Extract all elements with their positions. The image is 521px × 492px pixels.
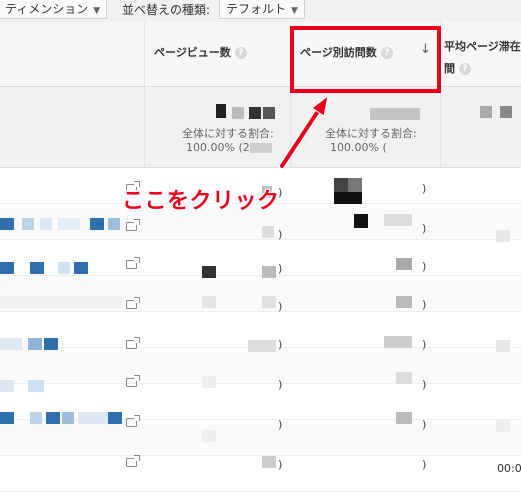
paren: ) xyxy=(422,222,427,235)
redacted-link[interactable] xyxy=(44,338,58,350)
column-header-avg-time[interactable]: 平均ページ滞在 間? xyxy=(444,38,521,76)
redacted-value xyxy=(396,412,412,424)
redacted-block xyxy=(250,143,272,153)
redacted-block xyxy=(370,108,420,120)
paren: ) xyxy=(422,182,427,195)
redacted-value xyxy=(384,214,412,226)
redacted-link[interactable] xyxy=(46,412,60,424)
redacted-value xyxy=(396,296,412,308)
redacted-link[interactable] xyxy=(0,412,14,424)
open-in-new-icon[interactable] xyxy=(126,415,140,427)
redacted-link[interactable] xyxy=(74,262,88,274)
redacted-link[interactable] xyxy=(28,338,42,350)
open-in-new-icon[interactable] xyxy=(126,337,140,349)
paren: ) xyxy=(278,378,283,391)
redacted-link[interactable] xyxy=(0,218,14,230)
paren: ) xyxy=(278,300,283,313)
open-in-new-icon[interactable] xyxy=(126,455,140,467)
redacted-link[interactable] xyxy=(30,262,44,274)
paren: ) xyxy=(422,260,427,273)
redacted-value xyxy=(262,226,274,238)
redacted-value xyxy=(496,230,510,242)
highlight-box xyxy=(290,26,441,93)
table-row[interactable] xyxy=(0,420,521,456)
secondary-dimension-label: ティメンション xyxy=(5,2,89,16)
redacted-link[interactable] xyxy=(0,380,14,392)
redacted-block xyxy=(500,106,512,118)
callout-text: ここをクリック xyxy=(122,189,280,214)
callout-arrow xyxy=(278,94,329,170)
paren: ) xyxy=(422,298,427,311)
secondary-dimension-dropdown[interactable]: ティメンション ▼ xyxy=(0,0,108,19)
redacted-value xyxy=(384,336,412,348)
redacted-value xyxy=(348,178,362,192)
help-circle-icon[interactable]: ? xyxy=(459,63,471,75)
column-header-label-2: 間 xyxy=(444,62,455,75)
redacted-value xyxy=(354,214,368,228)
redacted-link[interactable] xyxy=(0,296,122,308)
redacted-value xyxy=(396,258,412,270)
open-in-new-icon[interactable] xyxy=(126,219,140,231)
redacted-link[interactable] xyxy=(108,218,120,230)
paren: ) xyxy=(278,228,283,241)
column-header-label: ページビュー数 xyxy=(154,46,231,59)
redacted-block xyxy=(232,107,244,119)
sort-type-label: 並べ替えの種類: xyxy=(122,3,211,17)
redacted-link[interactable] xyxy=(0,338,22,350)
redacted-link[interactable] xyxy=(22,218,34,230)
redacted-link[interactable] xyxy=(108,412,122,424)
caret-down-icon: ▼ xyxy=(93,6,101,16)
redacted-link[interactable] xyxy=(28,380,44,392)
open-in-new-icon[interactable] xyxy=(126,257,140,269)
toolbar: ティメンション ▼ 並べ替えの種類: テフォルト ▼ xyxy=(0,0,521,23)
column-header-label: 平均ページ滞在 xyxy=(444,40,521,53)
paren: ) xyxy=(278,458,283,471)
redacted-value xyxy=(262,296,276,308)
redacted-value xyxy=(334,178,348,192)
table-header: ページビュー数? ページ別訪問数? ↓ 平均ページ滞在 間? xyxy=(0,22,521,87)
redacted-value xyxy=(496,340,510,352)
summary-share-value: 100.00% (2 xyxy=(186,141,250,154)
table-row[interactable] xyxy=(0,348,521,384)
redacted-block xyxy=(216,104,226,118)
redacted-value xyxy=(334,192,362,204)
redacted-value xyxy=(262,456,276,468)
paren: ) xyxy=(422,378,427,391)
redacted-link[interactable] xyxy=(78,412,108,424)
redacted-link[interactable] xyxy=(58,262,70,274)
redacted-value xyxy=(248,340,276,352)
redacted-link[interactable] xyxy=(90,218,104,230)
redacted-value xyxy=(496,420,510,432)
paren: ) xyxy=(422,338,427,351)
redacted-link[interactable] xyxy=(40,218,52,230)
open-in-new-icon[interactable] xyxy=(126,375,140,387)
caret-down-icon: ▼ xyxy=(291,6,298,16)
column-header-pageviews[interactable]: ページビュー数? xyxy=(154,44,247,60)
avg-time-value: 00:0 xyxy=(497,462,521,475)
redacted-value xyxy=(202,430,216,442)
paren: ) xyxy=(278,338,283,351)
redacted-value xyxy=(202,296,216,308)
redacted-link[interactable] xyxy=(58,218,80,230)
table-row[interactable] xyxy=(0,456,521,492)
help-circle-icon[interactable]: ? xyxy=(234,47,247,59)
paren: ) xyxy=(422,418,427,431)
summary-share-label: 全体に対する割合: xyxy=(182,127,274,140)
paren: ) xyxy=(278,418,283,431)
redacted-link[interactable] xyxy=(62,412,74,424)
redacted-link[interactable] xyxy=(0,262,14,274)
redacted-block xyxy=(249,107,261,119)
sort-type-dropdown[interactable]: テフォルト ▼ xyxy=(219,0,305,19)
redacted-block xyxy=(480,106,492,118)
sort-type-value: テフォルト xyxy=(226,2,287,16)
paren: ) xyxy=(422,458,427,471)
paren: ) xyxy=(278,262,283,275)
redacted-value xyxy=(262,266,276,278)
redacted-value xyxy=(202,376,216,388)
open-in-new-icon[interactable] xyxy=(126,297,140,309)
redacted-value xyxy=(396,372,412,384)
redacted-value xyxy=(202,266,216,278)
redacted-link[interactable] xyxy=(30,412,42,424)
